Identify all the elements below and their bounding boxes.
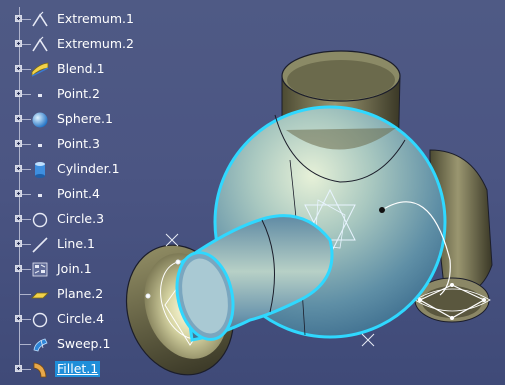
tree-node-label[interactable]: Join.1 [57, 261, 92, 277]
tree-node-label[interactable]: Circle.3 [57, 211, 104, 227]
tree-node-circle-3[interactable]: Circle.3 [0, 207, 160, 232]
tree-node-label[interactable]: Plane.2 [57, 286, 103, 302]
expand-toggle[interactable] [15, 215, 22, 222]
tree-node-cylinder-1[interactable]: Cylinder.1 [0, 157, 160, 182]
tree-node-extremum-1[interactable]: Extremum.1 [0, 7, 160, 32]
tree-node-label[interactable]: Sweep.1 [57, 336, 110, 352]
tree-node-label[interactable]: Cylinder.1 [57, 161, 120, 177]
blend-icon [31, 62, 49, 77]
sweep-icon [33, 338, 48, 352]
tree-node-plane-2[interactable]: Plane.2 [0, 282, 160, 307]
tree-node-point-4[interactable]: Point.4 [0, 182, 160, 207]
expand-toggle[interactable] [15, 115, 22, 122]
tree-node-point-2[interactable]: Point.2 [0, 82, 160, 107]
tree-node-label[interactable]: Extremum.2 [57, 36, 134, 52]
3d-viewport[interactable]: Extremum.1 Extremum.2 Blend.1 Point.2 Sp… [0, 0, 505, 385]
tree-node-label[interactable]: Point.4 [57, 186, 100, 202]
specification-tree: Extremum.1 Extremum.2 Blend.1 Point.2 Sp… [0, 0, 160, 385]
expand-toggle[interactable] [15, 265, 22, 272]
circle-icon [32, 212, 48, 228]
circle-icon [32, 312, 48, 328]
tree-node-label-selected[interactable]: Fillet.1 [55, 361, 101, 377]
expand-toggle[interactable] [15, 65, 22, 72]
expand-toggle[interactable] [15, 40, 22, 47]
join-icon [32, 262, 48, 277]
tree-node-label[interactable]: Point.3 [57, 136, 100, 152]
expand-toggle[interactable] [15, 315, 22, 322]
tree-node-point-3[interactable]: Point.3 [0, 132, 160, 157]
plane-icon [31, 292, 49, 299]
tree-node-extremum-2[interactable]: Extremum.2 [0, 32, 160, 57]
tree-node-label[interactable]: Circle.4 [57, 311, 104, 327]
tree-node-label[interactable]: Sphere.1 [57, 111, 113, 127]
tree-node-line-1[interactable]: Line.1 [0, 232, 160, 257]
expand-toggle[interactable] [15, 90, 22, 97]
sphere-icon [32, 112, 48, 128]
extremum-icon [32, 11, 48, 27]
expand-toggle[interactable] [15, 365, 22, 372]
point-icon [38, 94, 42, 97]
tree-node-label[interactable]: Blend.1 [57, 61, 105, 77]
tree-node-label[interactable]: Point.2 [57, 86, 100, 102]
expand-toggle[interactable] [15, 15, 22, 22]
extremum-icon [32, 36, 48, 52]
tree-node-fillet-1[interactable]: Fillet.1 [0, 357, 160, 382]
fillet-icon [33, 362, 47, 378]
expand-toggle[interactable] [15, 190, 22, 197]
tree-node-sphere-1[interactable]: Sphere.1 [0, 107, 160, 132]
cylinder-icon [35, 162, 45, 178]
tree-node-circle-4[interactable]: Circle.4 [0, 307, 160, 332]
tree-node-sweep-1[interactable]: Sweep.1 [0, 332, 160, 357]
tree-node-label[interactable]: Line.1 [57, 236, 95, 252]
expand-toggle[interactable] [15, 165, 22, 172]
tree-node-blend-1[interactable]: Blend.1 [0, 57, 160, 82]
tree-node-join-1[interactable]: Join.1 [0, 257, 160, 282]
tree-node-label[interactable]: Extremum.1 [57, 11, 134, 27]
line-icon [32, 237, 48, 253]
expand-toggle[interactable] [15, 140, 22, 147]
expand-toggle[interactable] [15, 240, 22, 247]
point-icon [38, 144, 42, 147]
point-icon [38, 194, 42, 197]
